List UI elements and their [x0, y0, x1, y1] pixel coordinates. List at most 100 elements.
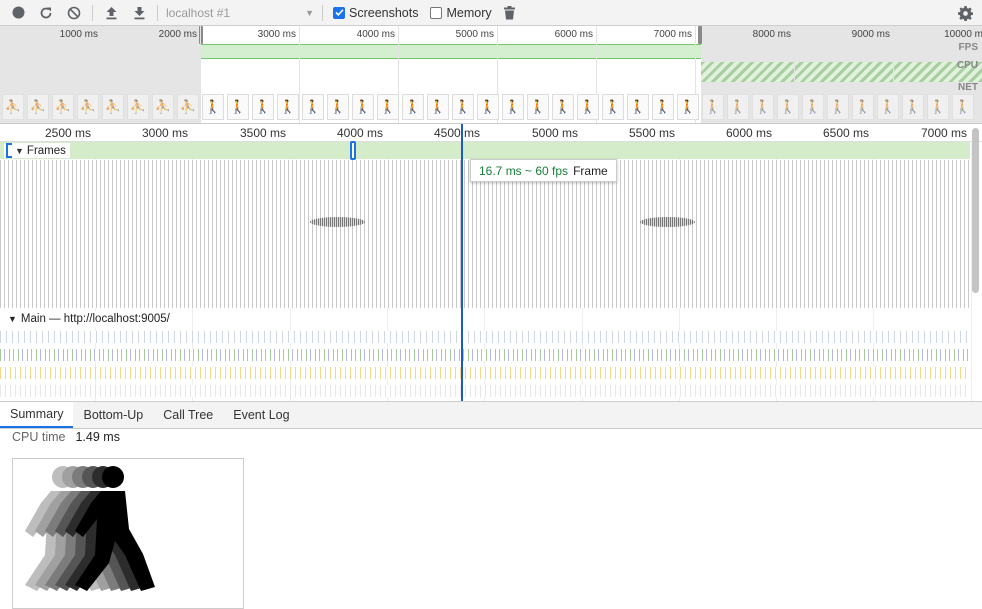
main-track-row — [0, 331, 970, 343]
overview-right-handle[interactable] — [698, 26, 702, 44]
frames-track-header[interactable]: ▼ Frames — [4, 143, 70, 158]
screenshot-thumbnail[interactable]: 🚶 — [277, 94, 299, 120]
screenshot-thumbnail[interactable]: 🚶 — [552, 94, 574, 120]
fps-graph — [201, 44, 701, 59]
screenshot-thumbnail[interactable]: 🚶 — [402, 94, 424, 120]
ruler-tick-label: 3500 ms — [239, 126, 286, 140]
details-tabs: Summary Bottom-Up Call Tree Event Log — [0, 402, 982, 429]
screenshot-thumbnail[interactable]: 🚶 — [827, 94, 849, 120]
screenshot-thumbnail[interactable]: ⛹ — [152, 94, 174, 120]
memory-checkbox[interactable] — [430, 6, 443, 19]
screenshot-thumbnail[interactable]: ⛹ — [127, 94, 149, 120]
screenshot-thumbnail[interactable]: ⛹ — [27, 94, 49, 120]
screenshot-thumbnail[interactable]: 🚶 — [227, 94, 249, 120]
overview-tick-label: 1000 ms — [59, 29, 98, 40]
tooltip-timing: 16.7 ms ~ 60 fps — [479, 163, 569, 178]
collapse-triangle-icon[interactable]: ▼ — [15, 146, 24, 156]
screenshot-thumbnail[interactable]: 🚶 — [677, 94, 699, 120]
tab-event-log[interactable]: Event Log — [223, 402, 299, 428]
memory-toggle[interactable]: Memory — [430, 6, 492, 20]
screenshot-thumbnail[interactable]: 🚶 — [602, 94, 624, 120]
cpu-time-row: CPU time 1.49 ms — [12, 430, 120, 444]
screenshot-thumbnail[interactable]: 🚶 — [202, 94, 224, 120]
screenshots-checkbox[interactable] — [333, 6, 345, 19]
overview-tick-label: 6000 ms — [554, 29, 593, 40]
frame-screenshot-preview — [12, 458, 244, 609]
screenshots-toggle[interactable]: Screenshots — [333, 6, 418, 20]
checkmark-icon — [334, 9, 344, 16]
screenshot-thumbnail[interactable]: 🚶 — [427, 94, 449, 120]
overview-gridline — [299, 26, 300, 123]
reload-button[interactable] — [32, 0, 60, 26]
ruler-tick-label: 6500 ms — [822, 126, 869, 140]
ruler-tick-label: 4500 ms — [433, 126, 480, 140]
screenshot-thumbnail[interactable]: 🚶 — [927, 94, 949, 120]
screenshot-thumbnail[interactable]: 🚶 — [502, 94, 524, 120]
load-profile-button[interactable] — [97, 0, 125, 26]
screenshots-label: Screenshots — [349, 5, 419, 20]
gear-icon — [957, 5, 973, 21]
trash-icon — [504, 5, 516, 19]
screenshot-thumbnail[interactable]: 🚶 — [777, 94, 799, 120]
screenshot-thumbnail[interactable]: 🚶 — [577, 94, 599, 120]
screenshot-thumbnail[interactable]: 🚶 — [477, 94, 499, 120]
screenshot-thumbnail[interactable]: ⛹ — [177, 94, 199, 120]
screenshot-thumbnail[interactable]: 🚶 — [327, 94, 349, 120]
overview-gridline — [200, 26, 201, 123]
clear-icon — [67, 6, 81, 19]
tab-bottom-up[interactable]: Bottom-Up — [73, 402, 153, 428]
vertical-scrollbar[interactable] — [972, 128, 979, 293]
screenshot-thumbnail[interactable]: 🚶 — [652, 94, 674, 120]
selected-frame[interactable] — [350, 141, 356, 160]
main-track-row — [0, 385, 970, 397]
track-bracket — [6, 143, 12, 158]
cpu-time-value: 1.49 ms — [75, 430, 120, 444]
screenshot-thumbnail[interactable]: 🚶 — [302, 94, 324, 120]
frames-track-label: Frames — [26, 144, 66, 157]
flame-chart[interactable]: 2500 ms 3000 ms 3500 ms 4000 ms 4500 ms 5000 … — [0, 124, 982, 402]
screenshot-thumbnail[interactable]: 🚶 — [727, 94, 749, 120]
ruler-tick-label: 3000 ms — [141, 126, 188, 140]
collapse-triangle-icon[interactable]: ▼ — [8, 314, 17, 324]
frames-screenshot-stripes — [0, 160, 970, 308]
screenshot-thumbnail[interactable]: 🚶 — [877, 94, 899, 120]
screenshot-thumbnail[interactable]: 🚶 — [852, 94, 874, 120]
collect-garbage-button[interactable] — [496, 0, 524, 26]
frame-tooltip: 16.7 ms ~ 60 fps Frame — [470, 159, 617, 182]
screenshot-thumbnail[interactable]: ⛹ — [52, 94, 74, 120]
fps-lane-label: FPS — [958, 42, 978, 53]
time-cursor — [461, 124, 463, 401]
download-icon — [134, 6, 144, 19]
timeline-overview[interactable]: FPS CPU NET 1000 ms 2000 ms 3000 ms 4000 ms… — [0, 26, 982, 124]
settings-button[interactable] — [952, 0, 978, 26]
frame-activity-blip — [310, 217, 365, 227]
screenshot-thumbnail[interactable]: 🚶 — [527, 94, 549, 120]
screenshot-thumbnail[interactable]: ⛹ — [2, 94, 24, 120]
record-button[interactable] — [4, 0, 32, 26]
tab-call-tree[interactable]: Call Tree — [153, 402, 223, 428]
cpu-graph — [701, 62, 982, 82]
screenshot-thumbnail[interactable]: 🚶 — [252, 94, 274, 120]
frame-activity-blip — [640, 217, 695, 227]
screenshot-thumbnail[interactable]: 🚶 — [702, 94, 724, 120]
save-profile-button[interactable] — [125, 0, 153, 26]
screenshot-thumbnail[interactable]: 🚶 — [352, 94, 374, 120]
ruler-tick-label: 6000 ms — [725, 126, 772, 140]
screenshot-thumbnail[interactable]: 🚶 — [952, 94, 974, 120]
screenshot-thumbnail[interactable]: ⛹ — [77, 94, 99, 120]
tab-summary[interactable]: Summary — [0, 402, 74, 428]
main-track-header[interactable]: ▼ Main — http://localhost:9005/ — [2, 311, 176, 327]
screenshot-thumbnail[interactable]: 🚶 — [752, 94, 774, 120]
screenshot-thumbnail[interactable]: 🚶 — [627, 94, 649, 120]
overview-tick-label: 5000 ms — [455, 29, 494, 40]
screenshot-thumbnail[interactable]: 🚶 — [902, 94, 924, 120]
frames-track[interactable] — [0, 142, 970, 159]
target-select[interactable]: localhost #1 ▼ — [162, 3, 318, 23]
screenshot-thumbnail[interactable]: 🚶 — [452, 94, 474, 120]
ruler-tick-label: 5500 ms — [628, 126, 675, 140]
main-thread-track[interactable] — [0, 329, 970, 401]
screenshot-thumbnail[interactable]: 🚶 — [802, 94, 824, 120]
clear-button[interactable] — [60, 0, 88, 26]
screenshot-thumbnail[interactable]: 🚶 — [377, 94, 399, 120]
screenshot-thumbnail[interactable]: ⛹ — [102, 94, 124, 120]
